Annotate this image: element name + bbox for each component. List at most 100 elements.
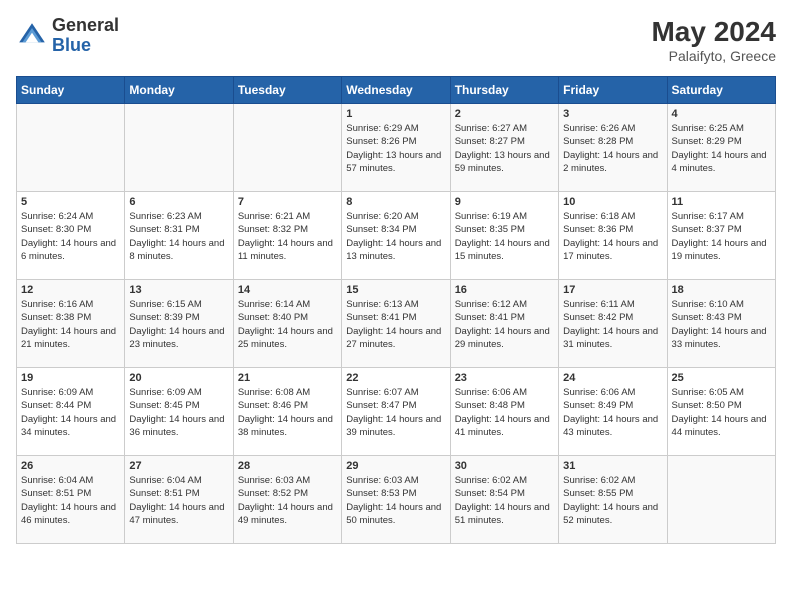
cell-info: Sunrise: 6:29 AMSunset: 8:26 PMDaylight:… [346,122,445,175]
day-number: 14 [238,284,337,296]
daylight-text: Daylight: 14 hours and 52 minutes. [563,501,662,528]
day-number: 24 [563,372,662,384]
calendar-cell: 14Sunrise: 6:14 AMSunset: 8:40 PMDayligh… [233,280,341,368]
daylight-text: Daylight: 14 hours and 44 minutes. [672,413,771,440]
day-header-saturday: Saturday [667,77,775,104]
sunset-text: Sunset: 8:51 PM [129,487,228,500]
calendar-cell: 9Sunrise: 6:19 AMSunset: 8:35 PMDaylight… [450,192,558,280]
cell-info: Sunrise: 6:25 AMSunset: 8:29 PMDaylight:… [672,122,771,175]
cell-info: Sunrise: 6:18 AMSunset: 8:36 PMDaylight:… [563,210,662,263]
day-header-friday: Friday [559,77,667,104]
sunset-text: Sunset: 8:32 PM [238,223,337,236]
sunrise-text: Sunrise: 6:20 AM [346,210,445,223]
sunset-text: Sunset: 8:37 PM [672,223,771,236]
day-number: 17 [563,284,662,296]
day-number: 2 [455,108,554,120]
daylight-text: Daylight: 14 hours and 4 minutes. [672,149,771,176]
cell-info: Sunrise: 6:06 AMSunset: 8:48 PMDaylight:… [455,386,554,439]
sunset-text: Sunset: 8:53 PM [346,487,445,500]
day-number: 27 [129,460,228,472]
sunset-text: Sunset: 8:54 PM [455,487,554,500]
day-number: 9 [455,196,554,208]
daylight-text: Daylight: 14 hours and 27 minutes. [346,325,445,352]
daylight-text: Daylight: 13 hours and 59 minutes. [455,149,554,176]
calendar-cell: 19Sunrise: 6:09 AMSunset: 8:44 PMDayligh… [17,368,125,456]
day-number: 28 [238,460,337,472]
logo-general: General [52,15,119,35]
sunrise-text: Sunrise: 6:04 AM [129,474,228,487]
calendar-week-row: 26Sunrise: 6:04 AMSunset: 8:51 PMDayligh… [17,456,776,544]
logo-blue: Blue [52,35,91,55]
sunrise-text: Sunrise: 6:04 AM [21,474,120,487]
sunrise-text: Sunrise: 6:21 AM [238,210,337,223]
day-number: 26 [21,460,120,472]
sunrise-text: Sunrise: 6:29 AM [346,122,445,135]
daylight-text: Daylight: 14 hours and 49 minutes. [238,501,337,528]
sunset-text: Sunset: 8:44 PM [21,399,120,412]
sunrise-text: Sunrise: 6:06 AM [563,386,662,399]
calendar-table: SundayMondayTuesdayWednesdayThursdayFrid… [16,76,776,544]
day-number: 1 [346,108,445,120]
sunset-text: Sunset: 8:42 PM [563,311,662,324]
sunset-text: Sunset: 8:45 PM [129,399,228,412]
calendar-cell: 24Sunrise: 6:06 AMSunset: 8:49 PMDayligh… [559,368,667,456]
day-number: 18 [672,284,771,296]
logo-icon [16,20,48,52]
day-number: 23 [455,372,554,384]
sunset-text: Sunset: 8:27 PM [455,135,554,148]
daylight-text: Daylight: 14 hours and 21 minutes. [21,325,120,352]
sunrise-text: Sunrise: 6:10 AM [672,298,771,311]
calendar-week-row: 5 Sunrise: 6:24 AMSunset: 8:30 PMDaylight… [17,192,776,280]
sunrise-text: Sunrise: 6:06 AM [455,386,554,399]
calendar-cell: 22Sunrise: 6:07 AMSunset: 8:47 PMDayligh… [342,368,450,456]
cell-info: Sunrise: 6:03 AMSunset: 8:52 PMDaylight:… [238,474,337,527]
calendar-cell: 25Sunrise: 6:05 AMSunset: 8:50 PMDayligh… [667,368,775,456]
daylight-text: Daylight: 14 hours and 46 minutes. [21,501,120,528]
sunset-text: Sunset: 8:51 PM [21,487,120,500]
daylight-text: Daylight: 14 hours and 13 minutes. [346,237,445,264]
sunrise-text: Sunrise: 6:26 AM [563,122,662,135]
day-number: 29 [346,460,445,472]
calendar-cell: 29Sunrise: 6:03 AMSunset: 8:53 PMDayligh… [342,456,450,544]
page-header: General Blue May 2024 Palaifyto, Greece [16,16,776,64]
calendar-cell: 5 Sunrise: 6:24 AMSunset: 8:30 PMDaylight… [17,192,125,280]
calendar-cell: 13 Sunrise: 6:15 AMSunset: 8:39 PMDayligh… [125,280,233,368]
calendar-cell: 27Sunrise: 6:04 AMSunset: 8:51 PMDayligh… [125,456,233,544]
day-number: 10 [563,196,662,208]
daylight-text: Daylight: 14 hours and 11 minutes. [238,237,337,264]
cell-info: Sunrise: 6:13 AMSunset: 8:41 PMDaylight:… [346,298,445,351]
daylight-text: Daylight: 14 hours and 19 minutes. [672,237,771,264]
cell-info: Sunrise: 6:10 AMSunset: 8:43 PMDaylight:… [672,298,771,351]
sunset-text: Sunset: 8:35 PM [455,223,554,236]
day-header-tuesday: Tuesday [233,77,341,104]
day-number: 15 [346,284,445,296]
cell-info: Sunrise: 6:08 AMSunset: 8:46 PMDaylight:… [238,386,337,439]
cell-info: Sunrise: 6:24 AMSunset: 8:30 PMDaylight:… [21,210,120,263]
day-number: 6 [129,196,228,208]
sunset-text: Sunset: 8:52 PM [238,487,337,500]
sunrise-text: Sunrise: 6:09 AM [21,386,120,399]
day-number: 13 [129,284,228,296]
daylight-text: Daylight: 14 hours and 29 minutes. [455,325,554,352]
daylight-text: Daylight: 14 hours and 2 minutes. [563,149,662,176]
sunrise-text: Sunrise: 6:07 AM [346,386,445,399]
cell-info: Sunrise: 6:15 AMSunset: 8:39 PMDaylight:… [129,298,228,351]
day-number: 25 [672,372,771,384]
calendar-cell: 18 Sunrise: 6:10 AMSunset: 8:43 PMDayligh… [667,280,775,368]
sunset-text: Sunset: 8:38 PM [21,311,120,324]
calendar-cell: 4Sunrise: 6:25 AMSunset: 8:29 PMDaylight… [667,104,775,192]
calendar-week-row: 12Sunrise: 6:16 AMSunset: 8:38 PMDayligh… [17,280,776,368]
sunset-text: Sunset: 8:41 PM [346,311,445,324]
daylight-text: Daylight: 13 hours and 57 minutes. [346,149,445,176]
sunset-text: Sunset: 8:48 PM [455,399,554,412]
day-number: 11 [672,196,771,208]
day-number: 22 [346,372,445,384]
sunrise-text: Sunrise: 6:03 AM [346,474,445,487]
sunrise-text: Sunrise: 6:16 AM [21,298,120,311]
calendar-cell: 28 Sunrise: 6:03 AMSunset: 8:52 PMDayligh… [233,456,341,544]
day-number: 5 [21,196,120,208]
sunset-text: Sunset: 8:55 PM [563,487,662,500]
calendar-cell: 21Sunrise: 6:08 AMSunset: 8:46 PMDayligh… [233,368,341,456]
sunrise-text: Sunrise: 6:09 AM [129,386,228,399]
calendar-cell [17,104,125,192]
